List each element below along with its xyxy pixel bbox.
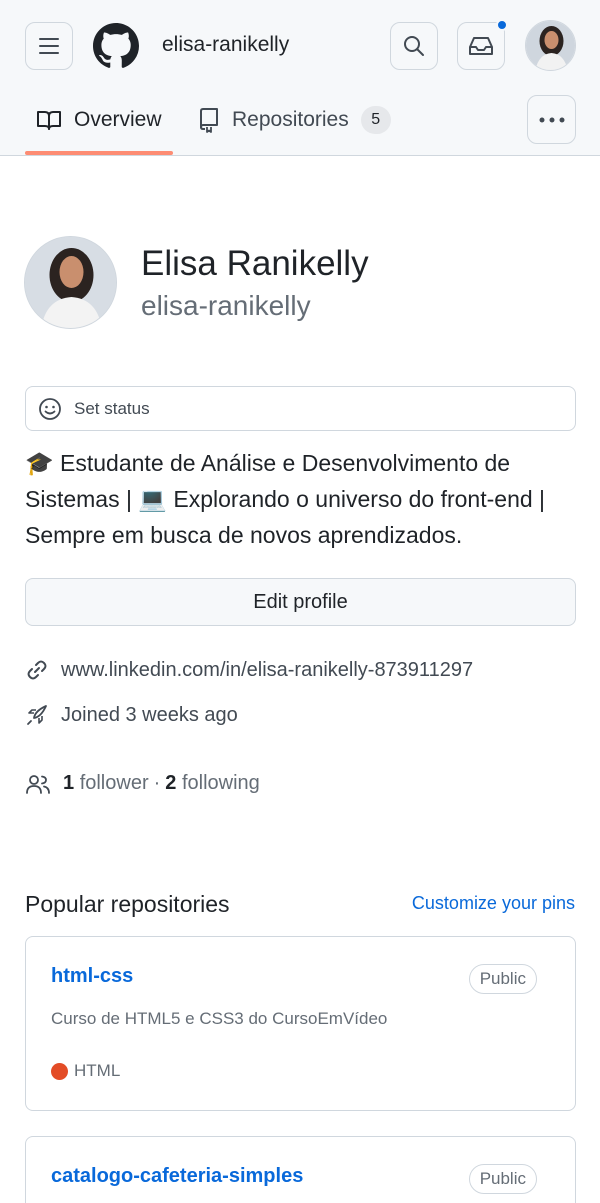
language-name: HTML [74, 1061, 121, 1080]
followers-label: follower [79, 772, 149, 794]
rocket-icon [27, 705, 47, 725]
bio-line: Sistemas | 💻 Explorando o universo do fr… [25, 486, 546, 512]
active-tab-indicator [25, 151, 173, 155]
notification-dot [496, 19, 508, 31]
language-color-dot [51, 1062, 68, 1080]
visibility-badge: Public [468, 964, 537, 994]
smiley-icon [39, 397, 61, 420]
tab-repositories-label: Repositories [232, 108, 349, 131]
repo-name-link[interactable]: html-css [51, 965, 133, 988]
profile-full-name: Elisa Ranikelly [141, 244, 369, 283]
repo-card: catalogo-cafeteria-simples Public [25, 1136, 576, 1203]
top-header: elisa-ranikelly Overview Repositories 5 [0, 0, 600, 156]
following-link[interactable]: 2 following [165, 772, 260, 795]
customize-pins-link[interactable]: Customize your pins [412, 893, 575, 914]
follow-separator: · [153, 772, 161, 794]
repo-description: Curso de HTML5 e CSS3 do CursoEmVídeo [51, 1009, 388, 1028]
profile-follow-row: 1 follower · 2 following [25, 772, 260, 795]
repo-icon [200, 108, 218, 133]
edit-profile-button[interactable]: Edit profile [25, 578, 576, 626]
tab-repositories[interactable]: Repositories 5 [198, 100, 391, 140]
following-label: following [181, 772, 260, 794]
github-mark-icon[interactable] [93, 23, 139, 69]
followers-link[interactable]: 1 follower [63, 772, 149, 795]
search-button[interactable] [390, 22, 438, 70]
profile-joined-text: Joined 3 weeks ago [61, 703, 238, 726]
repo-language: HTML [51, 1061, 120, 1081]
bio-line: Sempre em busca de novos aprendizados. [25, 522, 463, 548]
book-icon [37, 111, 61, 130]
followers-count: 1 [63, 772, 75, 794]
hamburger-icon [39, 38, 59, 54]
set-status-button[interactable]: Set status [25, 386, 576, 431]
search-icon [404, 36, 424, 56]
repositories-count: 5 [360, 106, 391, 134]
kebab-icon [539, 117, 564, 122]
user-avatar-small[interactable] [525, 20, 576, 71]
visibility-badge: Public [468, 1164, 537, 1194]
profile-bio: 🎓 Estudante de Análise e Desenvolvimento… [25, 445, 580, 553]
bio-line: 🎓 Estudante de Análise e Desenvolvimento… [25, 450, 511, 476]
profile-login: elisa-ranikelly [141, 290, 311, 321]
menu-button[interactable] [25, 22, 73, 70]
profile-joined-row: Joined 3 weeks ago [25, 703, 238, 727]
set-status-label: Set status [74, 398, 150, 418]
header-username[interactable]: elisa-ranikelly [162, 33, 289, 57]
repo-card: html-css Public Curso de HTML5 e CSS3 do… [25, 936, 576, 1111]
more-options-button[interactable] [527, 95, 576, 144]
tab-overview-label: Overview [74, 108, 162, 131]
profile-avatar[interactable] [24, 236, 117, 329]
tab-overview[interactable]: Overview [36, 100, 162, 140]
inbox-icon [469, 37, 493, 55]
repo-name-link[interactable]: catalogo-cafeteria-simples [51, 1165, 303, 1188]
profile-website-row: www.linkedin.com/in/elisa-ranikelly-8739… [25, 658, 473, 682]
people-icon [26, 774, 50, 794]
link-icon [27, 660, 47, 680]
popular-repositories-title: Popular repositories [25, 891, 230, 917]
following-count: 2 [165, 772, 177, 794]
profile-website-link[interactable]: www.linkedin.com/in/elisa-ranikelly-8739… [61, 659, 473, 682]
